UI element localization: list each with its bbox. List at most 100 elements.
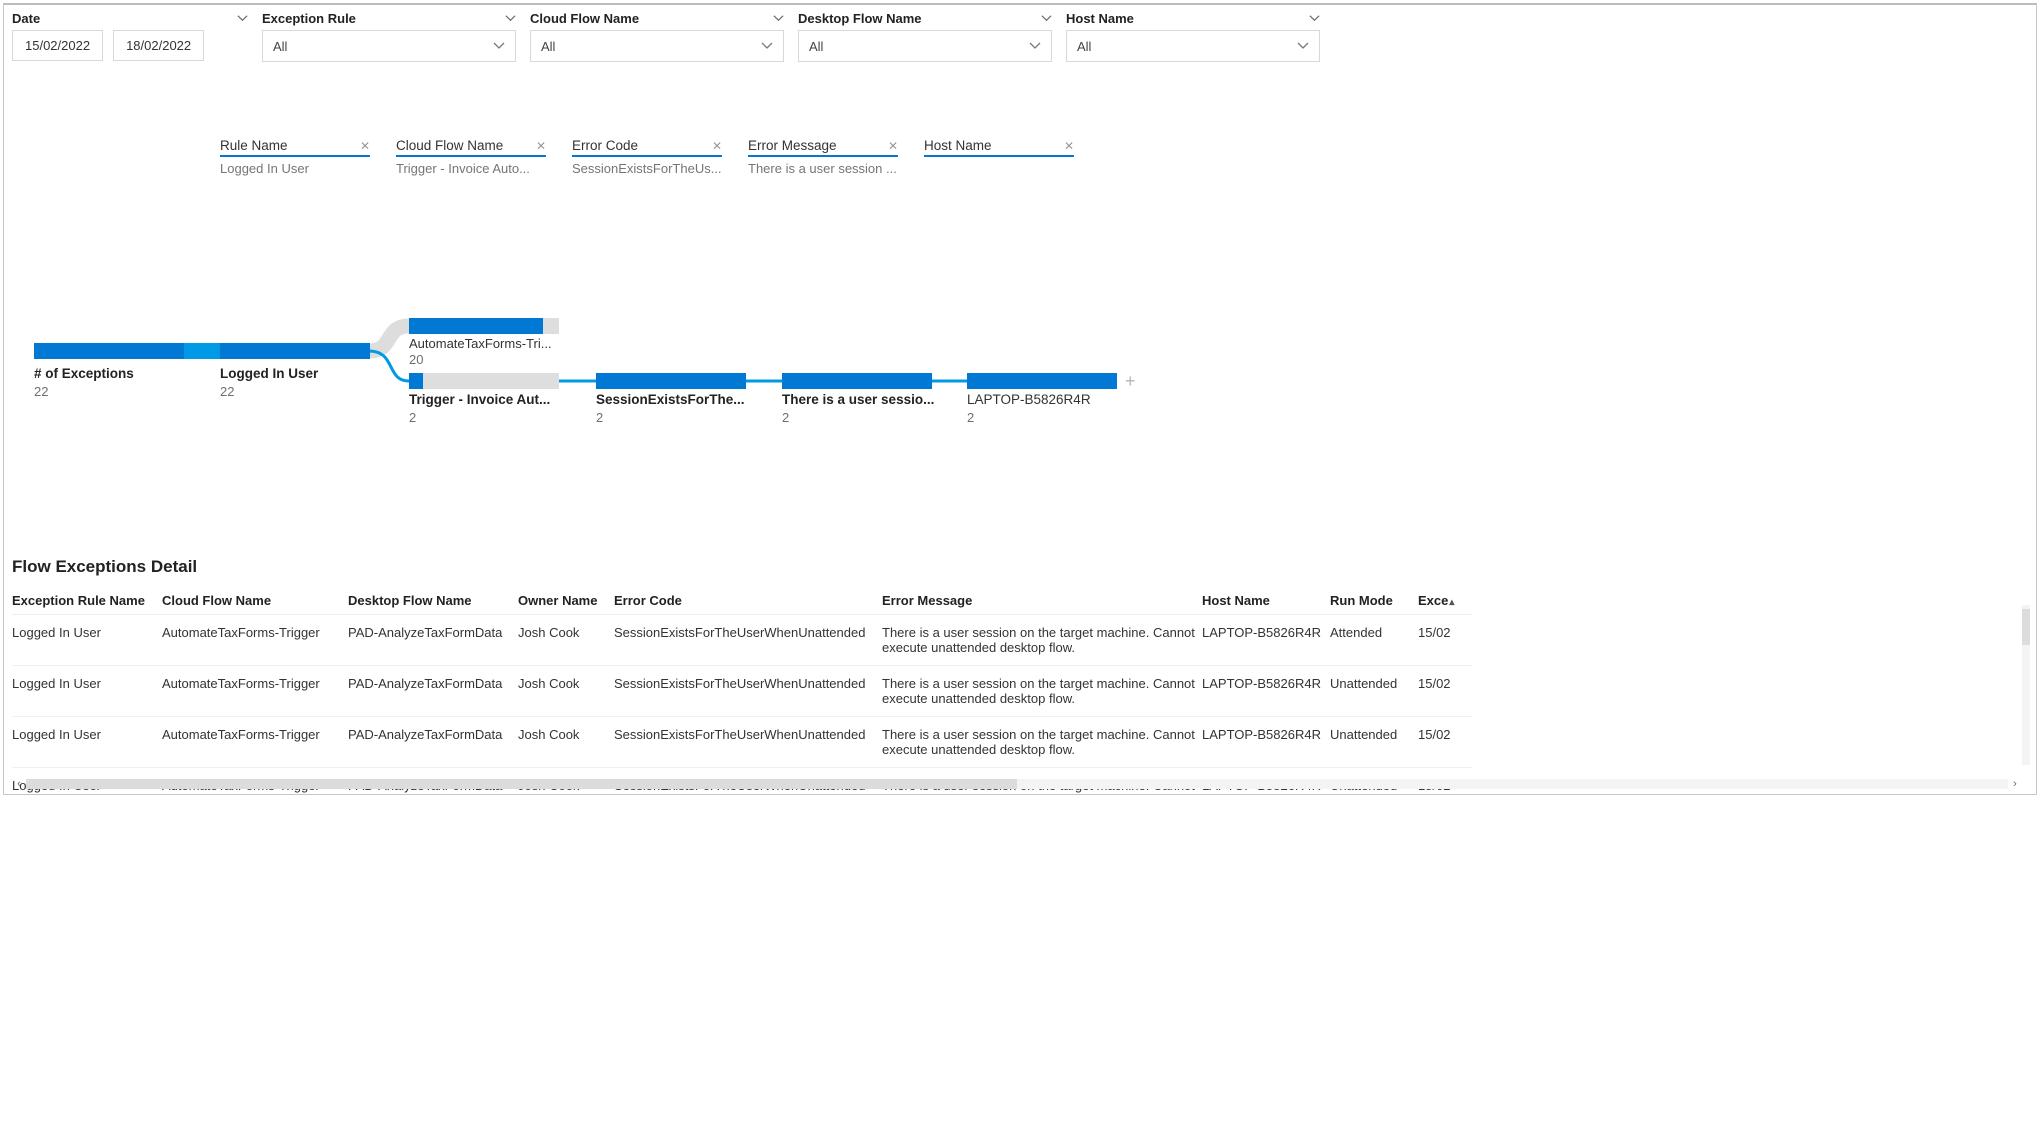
table-cell: PAD-AnalyzeTaxFormData: [348, 615, 518, 666]
table-cell: SessionExistsForTheUserWhenUnattended: [614, 615, 882, 666]
column-header[interactable]: Exce▴: [1418, 589, 1472, 615]
level-value: Logged In User: [220, 161, 370, 176]
tree-node-label: # of Exceptions: [34, 366, 194, 381]
table-cell: PAD-AnalyzeTaxFormData: [348, 717, 518, 768]
table-cell: LAPTOP-B5826R4R: [1202, 666, 1330, 717]
column-header[interactable]: Exception Rule Name: [12, 589, 162, 615]
filter-cloud-flow: Cloud Flow Name All: [530, 11, 784, 62]
table-cell: SessionExistsForTheUserWhenUnattended: [614, 666, 882, 717]
filters-row: Date 15/02/2022 18/02/2022 Exception Rul…: [4, 5, 2036, 62]
column-header[interactable]: Error Code: [614, 589, 882, 615]
close-icon[interactable]: ✕: [712, 139, 722, 153]
dropdown-value: All: [1077, 39, 1091, 54]
report-canvas: Date 15/02/2022 18/02/2022 Exception Rul…: [3, 3, 2037, 795]
table-cell: LAPTOP-B5826R4R: [1202, 615, 1330, 666]
table-cell: AutomateTaxForms-Trigger: [162, 666, 348, 717]
exception-rule-dropdown[interactable]: All: [262, 30, 516, 62]
table-cell: LAPTOP-B5826R4R: [1202, 717, 1330, 768]
chevron-down-icon: [1297, 40, 1309, 52]
close-icon[interactable]: ✕: [1064, 139, 1074, 153]
level-title: Host Name: [924, 138, 992, 153]
exceptions-table[interactable]: Exception Rule NameCloud Flow NameDeskto…: [12, 589, 1472, 795]
vertical-scroll-thumb[interactable]: [2022, 609, 2030, 645]
chevron-down-icon[interactable]: [1041, 13, 1052, 24]
level-header-code[interactable]: Error Code✕: [572, 138, 722, 157]
tree-node-count: 22: [34, 384, 48, 399]
table-cell: Logged In User: [12, 717, 162, 768]
level-header-host[interactable]: Host Name ✕: [924, 138, 1074, 157]
level-value: [924, 161, 1074, 176]
filter-date: Date 15/02/2022 18/02/2022: [12, 11, 248, 62]
chevron-down-icon[interactable]: [505, 13, 516, 24]
column-header[interactable]: Desktop Flow Name: [348, 589, 518, 615]
column-header[interactable]: Owner Name: [518, 589, 614, 615]
level-header-rule[interactable]: Rule Name ✕: [220, 138, 370, 157]
decomposition-tree[interactable]: # of Exceptions 22 Logged In User 22 Aut…: [4, 176, 2036, 456]
tree-node-count: 2: [782, 410, 789, 425]
expand-node-icon[interactable]: +: [1125, 371, 1136, 392]
filter-cloud-flow-label: Cloud Flow Name: [530, 11, 639, 26]
tree-node-cloud-sel[interactable]: [409, 373, 423, 389]
tree-node-label: SessionExistsForThe...: [596, 392, 756, 407]
close-icon[interactable]: ✕: [536, 139, 546, 153]
column-header[interactable]: Error Message: [882, 589, 1202, 615]
scroll-track[interactable]: [26, 779, 2008, 789]
table-title: Flow Exceptions Detail: [4, 557, 2036, 577]
tree-node-msg[interactable]: [782, 373, 932, 389]
table-cell: 15/02: [1418, 666, 1472, 717]
level-header-msg[interactable]: Error Message✕: [748, 138, 898, 157]
chevron-down-icon[interactable]: [237, 13, 248, 24]
decomp-level-headers: Rule Name✕ Cloud Flow Name✕ Error Code✕ …: [4, 62, 2036, 157]
table-cell: Josh Cook: [518, 717, 614, 768]
tree-node-cloud-sel-bg: [409, 373, 559, 389]
tree-node-rule[interactable]: [220, 343, 370, 359]
date-from-input[interactable]: 15/02/2022: [12, 30, 103, 61]
detail-section: Flow Exceptions Detail Exception Rule Na…: [4, 557, 2036, 795]
tree-node-label: LAPTOP-B5826R4R: [967, 392, 1127, 407]
column-header[interactable]: Host Name: [1202, 589, 1330, 615]
desktop-flow-dropdown[interactable]: All: [798, 30, 1052, 62]
table-cell: Josh Cook: [518, 615, 614, 666]
scroll-left-icon[interactable]: ‹: [12, 778, 26, 790]
table-row[interactable]: Logged In UserAutomateTaxForms-TriggerPA…: [12, 666, 1472, 717]
tree-node-code[interactable]: [596, 373, 746, 389]
column-header[interactable]: Run Mode: [1330, 589, 1418, 615]
table-cell: There is a user session on the target ma…: [882, 615, 1202, 666]
tree-node-count: 22: [220, 384, 234, 399]
table-cell: Attended: [1330, 615, 1418, 666]
table-cell: PAD-AnalyzeTaxFormData: [348, 666, 518, 717]
horizontal-scrollbar[interactable]: ‹ ›: [12, 777, 2022, 791]
sort-asc-icon: ▴: [1449, 597, 1454, 608]
tree-node-count: 2: [967, 410, 974, 425]
table-row[interactable]: Logged In UserAutomateTaxForms-TriggerPA…: [12, 717, 1472, 768]
dropdown-value: All: [541, 39, 555, 54]
close-icon[interactable]: ✕: [888, 139, 898, 153]
level-title: Rule Name: [220, 138, 288, 153]
dropdown-value: All: [273, 39, 287, 54]
table-cell: 15/02: [1418, 717, 1472, 768]
table-cell: Logged In User: [12, 615, 162, 666]
filter-host-label: Host Name: [1066, 11, 1134, 26]
tree-node-label: Logged In User: [220, 366, 380, 381]
column-header[interactable]: Cloud Flow Name: [162, 589, 348, 615]
table-row[interactable]: Logged In UserAutomateTaxForms-TriggerPA…: [12, 615, 1472, 666]
tree-node-host[interactable]: [967, 373, 1117, 389]
table-cell: Josh Cook: [518, 666, 614, 717]
close-icon[interactable]: ✕: [360, 139, 370, 153]
scroll-thumb[interactable]: [26, 779, 1017, 789]
chevron-down-icon[interactable]: [773, 13, 784, 24]
host-dropdown[interactable]: All: [1066, 30, 1320, 62]
cloud-flow-dropdown[interactable]: All: [530, 30, 784, 62]
tree-node-count: 20: [409, 352, 423, 367]
filter-date-label: Date: [12, 11, 40, 26]
table-cell: There is a user session on the target ma…: [882, 666, 1202, 717]
tree-node-root[interactable]: [34, 343, 184, 359]
tree-node-cloud-top[interactable]: [409, 318, 543, 334]
date-to-input[interactable]: 18/02/2022: [113, 30, 204, 61]
level-title: Cloud Flow Name: [396, 138, 503, 153]
filter-desktop-flow-label: Desktop Flow Name: [798, 11, 922, 26]
scroll-right-icon[interactable]: ›: [2008, 778, 2022, 790]
level-header-cloud[interactable]: Cloud Flow Name ✕: [396, 138, 546, 157]
tree-node-cloud-top-remainder: [543, 318, 559, 334]
chevron-down-icon[interactable]: [1309, 13, 1320, 24]
